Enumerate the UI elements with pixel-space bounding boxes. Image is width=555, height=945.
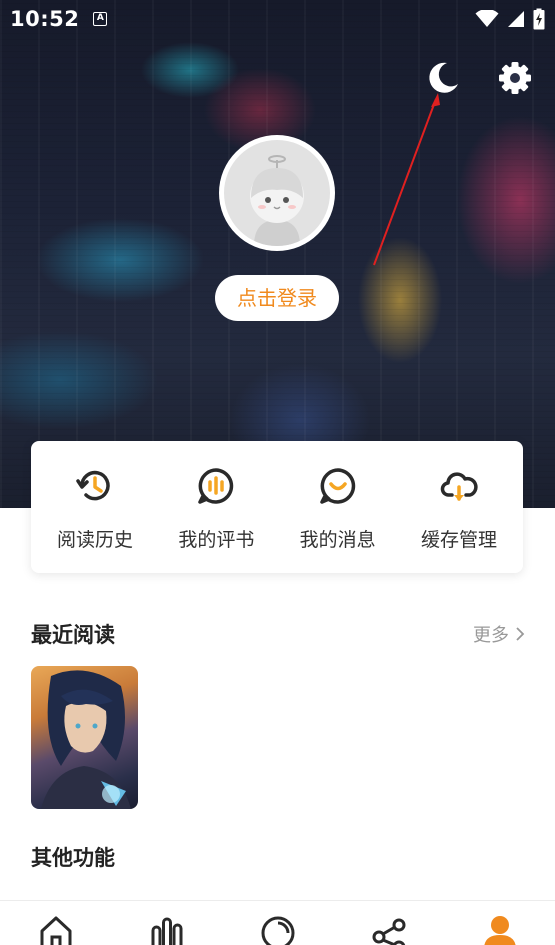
profile-screen: 10:52 A 点击登录 阅读历史 我的评书 我的消息 缓存管理 最近阅读 更多… xyxy=(0,0,555,945)
wifi-icon xyxy=(475,10,499,27)
more-label: 更多 xyxy=(473,625,509,646)
history-label: 阅读历史 xyxy=(56,529,133,551)
history-icon xyxy=(76,470,110,501)
message-icon xyxy=(319,468,355,504)
chevron-right-icon xyxy=(516,627,525,641)
bars-icon xyxy=(151,917,182,945)
battery-charging-icon xyxy=(533,8,545,30)
user-icon xyxy=(483,916,516,945)
cache-management-label: 缓存管理 xyxy=(420,529,497,551)
nav-discover[interactable] xyxy=(248,913,308,945)
status-time: 10:52 xyxy=(10,7,80,31)
nav-mine[interactable] xyxy=(470,913,530,945)
my-messages-label: 我的消息 xyxy=(299,529,376,551)
more-link[interactable]: 更多 xyxy=(473,621,525,647)
signal-icon xyxy=(508,11,524,27)
review-icon xyxy=(198,468,234,504)
nav-home[interactable] xyxy=(26,913,86,945)
login-button[interactable]: 点击登录 xyxy=(215,275,339,321)
cloud-download-icon xyxy=(440,472,478,501)
my-messages-button[interactable]: 我的消息 xyxy=(278,441,398,573)
settings-button[interactable] xyxy=(495,58,535,98)
status-badge: A xyxy=(93,12,108,26)
book-cover[interactable] xyxy=(31,666,138,809)
bottom-nav xyxy=(0,900,555,945)
status-bar: 10:52 A xyxy=(0,0,555,38)
recent-reading-title: 最近阅读 xyxy=(31,622,115,647)
function-card: 阅读历史 我的评书 我的消息 缓存管理 xyxy=(31,441,523,573)
history-button[interactable]: 阅读历史 xyxy=(35,441,155,573)
circle-icon xyxy=(261,916,294,945)
my-reviews-button[interactable]: 我的评书 xyxy=(156,441,276,573)
gear-icon xyxy=(499,62,531,94)
share-icon xyxy=(372,918,405,945)
home-icon xyxy=(40,916,71,945)
hero-background xyxy=(0,0,555,508)
other-functions-title: 其他功能 xyxy=(31,845,115,870)
cache-management-button[interactable]: 缓存管理 xyxy=(399,441,519,573)
avatar[interactable] xyxy=(219,135,335,251)
nav-share[interactable] xyxy=(359,913,419,945)
default-avatar-icon xyxy=(224,140,330,246)
my-reviews-label: 我的评书 xyxy=(178,529,255,551)
nav-rank[interactable] xyxy=(137,913,197,945)
book-cover-art xyxy=(41,670,131,809)
annotation-arrow xyxy=(373,93,440,266)
